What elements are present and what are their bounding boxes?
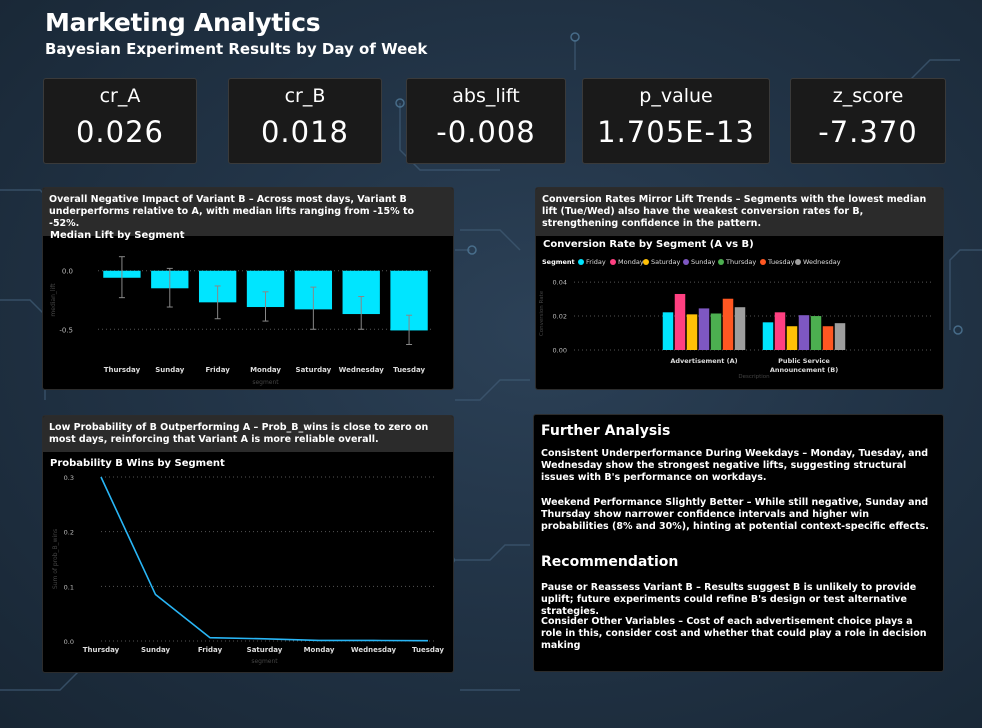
- legend-label: Wednesday: [803, 258, 841, 266]
- x-tick-label: Tuesday: [393, 366, 425, 374]
- line-series: [100, 476, 429, 642]
- y-axis-label: Sum of prob_B_wins: [52, 529, 59, 589]
- analysis-panel: Further Analysis Consistent Underperform…: [533, 414, 944, 672]
- median-lift-chart-title: Median Lift by Segment: [50, 230, 185, 241]
- kpi-label: abs_lift: [452, 85, 520, 107]
- analysis-paragraph-1: Consistent Underperformance During Weekd…: [541, 448, 929, 483]
- bar: [674, 293, 686, 350]
- prob-b-wins-insight: Low Probability of B Outperforming A – P…: [43, 416, 453, 452]
- recommendation-paragraph-1: Pause or Reassess Variant B – Results su…: [541, 582, 917, 617]
- kpi-label: cr_B: [284, 85, 326, 107]
- bar: [762, 322, 774, 350]
- y-tick-label: 0.1: [64, 583, 74, 591]
- x-tick-label: Wednesday: [351, 646, 397, 654]
- kpi-value: -0.008: [436, 115, 536, 149]
- conversion-rate-insight: Conversion Rates Mirror Lift Trends – Se…: [536, 188, 943, 236]
- legend-marker: [643, 259, 649, 265]
- y-tick-label: 0.0: [64, 638, 74, 646]
- kpi-card-cr-a[interactable]: cr_A 0.026: [43, 78, 197, 164]
- recommendation-heading: Recommendation: [541, 554, 679, 570]
- conversion-rate-chart-title: Conversion Rate by Segment (A vs B): [543, 239, 754, 250]
- x-tick-label: Monday: [250, 366, 281, 374]
- x-tick-label: Tuesday: [412, 646, 444, 654]
- x-axis-label: segment: [252, 379, 279, 386]
- legend-marker: [718, 259, 724, 265]
- x-tick-label: Monday: [304, 646, 335, 654]
- x-axis-label: Description: [738, 374, 770, 380]
- kpi-value: -7.370: [818, 115, 918, 149]
- x-tick-label: Wednesday: [339, 366, 385, 374]
- x-tick-label: Thursday: [83, 646, 120, 654]
- x-tick-label: Advertisement (A): [670, 357, 737, 365]
- bar: [774, 312, 786, 350]
- x-tick-label: Saturday: [296, 366, 332, 374]
- x-tick-label: Announcement (B): [770, 366, 838, 374]
- x-tick-label: Friday: [206, 366, 231, 374]
- legend-label: Saturday: [651, 258, 680, 266]
- bar: [810, 316, 822, 350]
- recommendation-paragraph-2: Consider Other Variables – Cost of each …: [541, 616, 927, 651]
- legend-marker: [610, 259, 616, 265]
- kpi-card-cr-b[interactable]: cr_B 0.018: [228, 78, 382, 164]
- bar: [686, 314, 698, 350]
- legend-label: Thursday: [725, 258, 756, 266]
- kpi-card-z-score[interactable]: z_score -7.370: [790, 78, 946, 164]
- kpi-label: cr_A: [99, 85, 141, 107]
- dashboard-subtitle: Bayesian Experiment Results by Day of We…: [45, 40, 428, 58]
- y-tick-label: 0.2: [64, 529, 74, 537]
- dashboard-title: Marketing Analytics: [45, 8, 321, 37]
- bar: [734, 307, 746, 350]
- further-analysis-heading: Further Analysis: [541, 423, 671, 439]
- kpi-value: 0.026: [75, 115, 165, 149]
- bar: [786, 326, 798, 350]
- bar: [822, 326, 834, 350]
- kpi-card-p-value[interactable]: p_value 1.705E-13: [582, 78, 770, 164]
- prob-b-wins-chart-title: Probability B Wins by Segment: [50, 458, 225, 469]
- x-tick-label: Thursday: [104, 366, 141, 374]
- y-tick-label: 0.02: [553, 313, 567, 321]
- legend-marker: [578, 259, 584, 265]
- legend-marker: [760, 259, 766, 265]
- legend-label: Tuesday: [767, 258, 795, 266]
- bar: [710, 313, 722, 350]
- kpi-value: 1.705E-13: [597, 115, 755, 149]
- legend-marker: [683, 259, 689, 265]
- y-tick-label: 0.00: [553, 347, 567, 355]
- legend-title: Segment: [542, 258, 575, 266]
- kpi-label: z_score: [832, 85, 904, 107]
- kpi-card-abs-lift[interactable]: abs_lift -0.008: [406, 78, 566, 164]
- bar: [698, 308, 710, 350]
- y-tick-label: 0.3: [64, 474, 74, 482]
- bar: [722, 298, 734, 350]
- kpi-value: 0.018: [260, 115, 350, 149]
- prob-b-wins-chart[interactable]: 0.0 0.1 0.2 0.3 Sum of prob_B_wins Thursday Su…: [43, 472, 453, 672]
- conversion-rate-panel[interactable]: Conversion Rates Mirror Lift Trends – Se…: [535, 187, 944, 390]
- legend-marker: [795, 259, 801, 265]
- bar: [798, 315, 810, 350]
- x-axis-label: segment: [251, 658, 278, 665]
- y-axis-label: Conversion Rate: [539, 290, 545, 336]
- legend-label: Friday: [586, 258, 606, 266]
- prob-b-wins-panel[interactable]: Low Probability of B Outperforming A – P…: [42, 415, 454, 673]
- y-tick-label: 0.0: [62, 268, 73, 276]
- legend-label: Monday: [618, 258, 644, 266]
- conversion-rate-chart[interactable]: Segment Friday Monday Saturday Sunday Thursda…: [536, 253, 943, 389]
- legend-label: Sunday: [691, 258, 715, 266]
- x-tick-label: Saturday: [247, 646, 283, 654]
- x-tick-label: Public Service: [778, 357, 830, 365]
- median-lift-chart[interactable]: 0.0 -0.5 median_lift Thursday Sunday Friday Mo…: [43, 244, 453, 389]
- x-tick-label: Sunday: [155, 366, 185, 374]
- bar: [662, 312, 674, 350]
- y-tick-label: -0.5: [59, 326, 73, 334]
- median-lift-insight: Overall Negative Impact of Variant B – A…: [43, 188, 453, 236]
- x-tick-label: Friday: [198, 646, 223, 654]
- x-tick-label: Sunday: [141, 646, 171, 654]
- y-axis-label: median_lift: [50, 283, 57, 317]
- y-tick-label: 0.04: [553, 279, 567, 287]
- median-lift-panel[interactable]: Overall Negative Impact of Variant B – A…: [42, 187, 454, 390]
- analysis-paragraph-2: Weekend Performance Slightly Better – Wh…: [541, 497, 929, 532]
- kpi-label: p_value: [639, 85, 713, 107]
- bar: [834, 323, 846, 350]
